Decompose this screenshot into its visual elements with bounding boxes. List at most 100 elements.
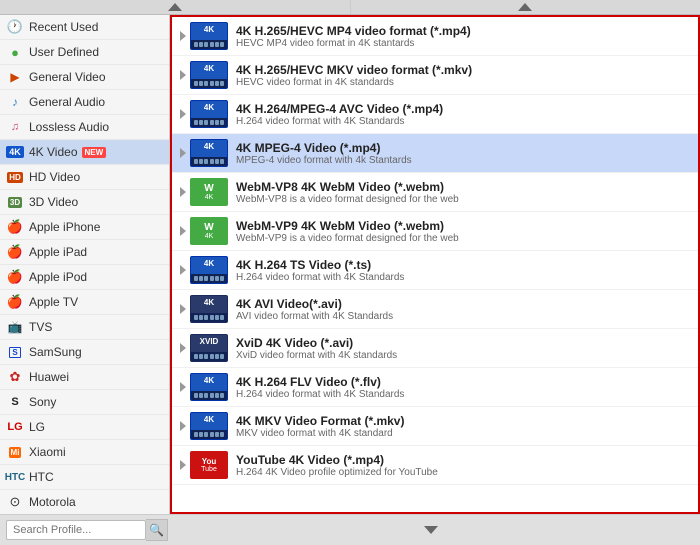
format-desc-hevc-mkv: HEVC video format in 4K standards bbox=[236, 77, 692, 88]
sidebar-item-huawei[interactable]: ✿Huawei bbox=[0, 365, 169, 390]
tvs-icon: 📺 bbox=[6, 320, 24, 334]
format-desc-hevc-mp4: HEVC MP4 video format in 4K stantards bbox=[236, 38, 692, 49]
left-scroll-up[interactable] bbox=[0, 0, 350, 14]
sidebar-item-user-defined[interactable]: ●User Defined bbox=[0, 40, 169, 65]
format-title-h264-flv: 4K H.264 FLV Video (*.flv) bbox=[236, 375, 692, 389]
sidebar-label-apple-ipod: Apple iPod bbox=[29, 270, 87, 284]
chevron-right-icon bbox=[180, 460, 186, 470]
chevron-right-icon bbox=[180, 421, 186, 431]
format-text-webm-vp8: WebM-VP8 4K WebM Video (*.webm)WebM-VP8 … bbox=[236, 180, 692, 205]
sidebar-item-apple-ipod[interactable]: 🍎 Apple iPod bbox=[0, 265, 169, 290]
format-item-xvid[interactable]: XVID XviD 4K Video (*.avi)XviD video for… bbox=[172, 329, 698, 368]
sidebar-label-4k-video: 4K Video bbox=[29, 145, 78, 159]
samsung-icon: S bbox=[6, 345, 24, 359]
sidebar-item-apple-iphone[interactable]: 🍎Apple iPhone bbox=[0, 215, 169, 240]
sidebar-item-apple-tv[interactable]: 🍎Apple TV bbox=[0, 290, 169, 315]
arrow-up-right-icon bbox=[518, 3, 532, 11]
format-item-youtube[interactable]: You Tube YouTube 4K Video (*.mp4)H.264 4… bbox=[172, 446, 698, 485]
bottom-bar: 🔍 bbox=[0, 514, 700, 545]
sidebar-item-3d-video[interactable]: 3D3D Video bbox=[0, 190, 169, 215]
sidebar-item-general-audio[interactable]: ♪General Audio bbox=[0, 90, 169, 115]
recent-used-icon: 🕐 bbox=[6, 20, 24, 34]
format-title-h264-avc: 4K H.264/MPEG-4 AVC Video (*.mp4) bbox=[236, 102, 692, 116]
right-scroll-down[interactable] bbox=[168, 526, 694, 534]
sidebar-item-lg[interactable]: LG LG bbox=[0, 415, 169, 440]
sidebar-item-apple-ipad[interactable]: 🍎Apple iPad bbox=[0, 240, 169, 265]
sidebar-item-recent-used[interactable]: 🕐 Recent Used bbox=[0, 15, 169, 40]
arrow-down-right-icon bbox=[424, 526, 438, 534]
sidebar-item-xiaomi[interactable]: MiXiaomi bbox=[0, 440, 169, 465]
sidebar-label-sony: Sony bbox=[29, 395, 56, 409]
format-item-hevc-mp4[interactable]: 4K 4K H.265/HEVC MP4 video format (*.mp4… bbox=[172, 17, 698, 56]
format-list: 4K 4K H.265/HEVC MP4 video format (*.mp4… bbox=[170, 15, 700, 514]
format-text-hevc-mp4: 4K H.265/HEVC MP4 video format (*.mp4)HE… bbox=[236, 24, 692, 49]
format-title-hevc-mkv: 4K H.265/HEVC MKV video format (*.mkv) bbox=[236, 63, 692, 77]
sidebar-label-lossless-audio: Lossless Audio bbox=[29, 120, 109, 134]
main-container: 🕐 Recent Used ●User Defined▶General Video♪… bbox=[0, 0, 700, 545]
chevron-right-icon bbox=[180, 148, 186, 158]
htc-icon: HTC bbox=[6, 470, 24, 484]
format-item-hevc-mkv[interactable]: 4K 4K H.265/HEVC MKV video format (*.mkv… bbox=[172, 56, 698, 95]
format-desc-xvid: XviD video format with 4K standards bbox=[236, 350, 692, 361]
format-desc-mkv: MKV video format with 4K standard bbox=[236, 428, 692, 439]
hd-video-icon: HD bbox=[6, 170, 24, 184]
format-desc-youtube: H.264 4K Video profile optimized for You… bbox=[236, 467, 692, 478]
sidebar-item-sony[interactable]: S Sony bbox=[0, 390, 169, 415]
sidebar-label-lg: LG bbox=[29, 420, 45, 434]
sidebar-item-tvs[interactable]: 📺TVS bbox=[0, 315, 169, 340]
format-title-webm-vp9: WebM-VP9 4K WebM Video (*.webm) bbox=[236, 219, 692, 233]
sidebar-label-apple-iphone: Apple iPhone bbox=[29, 220, 100, 234]
chevron-right-icon bbox=[180, 265, 186, 275]
format-title-mkv: 4K MKV Video Format (*.mkv) bbox=[236, 414, 692, 428]
apple-ipod-icon: 🍎 bbox=[6, 270, 24, 284]
format-text-hevc-mkv: 4K H.265/HEVC MKV video format (*.mkv)HE… bbox=[236, 63, 692, 88]
format-desc-h264-flv: H.264 video format with 4K Standards bbox=[236, 389, 692, 400]
format-desc-h264-ts: H.264 video format with 4K Standards bbox=[236, 272, 692, 283]
sidebar-label-hd-video: HD Video bbox=[29, 170, 80, 184]
format-title-webm-vp8: WebM-VP8 4K WebM Video (*.webm) bbox=[236, 180, 692, 194]
sidebar-label-huawei: Huawei bbox=[29, 370, 69, 384]
sidebar-label-samsung: SamSung bbox=[29, 345, 82, 359]
search-input[interactable] bbox=[6, 520, 146, 540]
sidebar-item-general-video[interactable]: ▶General Video bbox=[0, 65, 169, 90]
apple-tv-icon: 🍎 bbox=[6, 295, 24, 309]
format-item-h264-ts[interactable]: 4K 4K H.264 TS Video (*.ts)H.264 video f… bbox=[172, 251, 698, 290]
format-item-webm-vp8[interactable]: W 4K WebM-VP8 4K WebM Video (*.webm)WebM… bbox=[172, 173, 698, 212]
chevron-right-icon bbox=[180, 226, 186, 236]
chevron-right-icon bbox=[180, 31, 186, 41]
format-text-mkv: 4K MKV Video Format (*.mkv)MKV video for… bbox=[236, 414, 692, 439]
format-title-youtube: YouTube 4K Video (*.mp4) bbox=[236, 453, 692, 467]
sidebar-label-motorola: Motorola bbox=[29, 495, 76, 509]
format-text-h264-flv: 4K H.264 FLV Video (*.flv)H.264 video fo… bbox=[236, 375, 692, 400]
format-desc-mpeg4: MPEG-4 video format with 4k Stantards bbox=[236, 155, 692, 166]
sidebar-label-recent-used: Recent Used bbox=[29, 20, 98, 34]
format-item-h264-avc[interactable]: 4K 4K H.264/MPEG-4 AVC Video (*.mp4)H.26… bbox=[172, 95, 698, 134]
format-item-h264-flv[interactable]: 4K 4K H.264 FLV Video (*.flv)H.264 video… bbox=[172, 368, 698, 407]
sidebar-item-motorola[interactable]: ⊙Motorola bbox=[0, 490, 169, 514]
sidebar-item-4k-video[interactable]: 4K4K VideoNEW bbox=[0, 140, 169, 165]
format-text-h264-ts: 4K H.264 TS Video (*.ts)H.264 video form… bbox=[236, 258, 692, 283]
format-item-avi[interactable]: 4K 4K AVI Video(*.avi)AVI video format w… bbox=[172, 290, 698, 329]
chevron-right-icon bbox=[180, 343, 186, 353]
chevron-right-icon bbox=[180, 70, 186, 80]
sidebar-item-hd-video[interactable]: HD HD Video bbox=[0, 165, 169, 190]
sidebar-item-samsung[interactable]: S SamSung bbox=[0, 340, 169, 365]
sidebar-label-htc: HTC bbox=[29, 470, 54, 484]
lossless-audio-icon: ♫ bbox=[6, 120, 24, 134]
right-scroll-up[interactable] bbox=[351, 0, 700, 14]
format-item-mpeg4[interactable]: 4K 4K MPEG-4 Video (*.mp4)MPEG-4 video f… bbox=[172, 134, 698, 173]
sidebar-item-htc[interactable]: HTC HTC bbox=[0, 465, 169, 490]
search-button[interactable]: 🔍 bbox=[146, 519, 168, 541]
general-video-icon: ▶ bbox=[6, 70, 24, 84]
sidebar-label-general-audio: General Audio bbox=[29, 95, 105, 109]
format-item-mkv[interactable]: 4K 4K MKV Video Format (*.mkv)MKV video … bbox=[172, 407, 698, 446]
format-item-webm-vp9[interactable]: W 4K WebM-VP9 4K WebM Video (*.webm)WebM… bbox=[172, 212, 698, 251]
format-title-mpeg4: 4K MPEG-4 Video (*.mp4) bbox=[236, 141, 692, 155]
lg-icon: LG bbox=[6, 420, 24, 434]
sidebar-label-user-defined: User Defined bbox=[29, 45, 99, 59]
sidebar-item-lossless-audio[interactable]: ♫ Lossless Audio bbox=[0, 115, 169, 140]
format-desc-h264-avc: H.264 video format with 4K Standards bbox=[236, 116, 692, 127]
format-text-h264-avc: 4K H.264/MPEG-4 AVC Video (*.mp4)H.264 v… bbox=[236, 102, 692, 127]
format-desc-webm-vp8: WebM-VP8 is a video format designed for … bbox=[236, 194, 692, 205]
sony-icon: S bbox=[6, 395, 24, 409]
